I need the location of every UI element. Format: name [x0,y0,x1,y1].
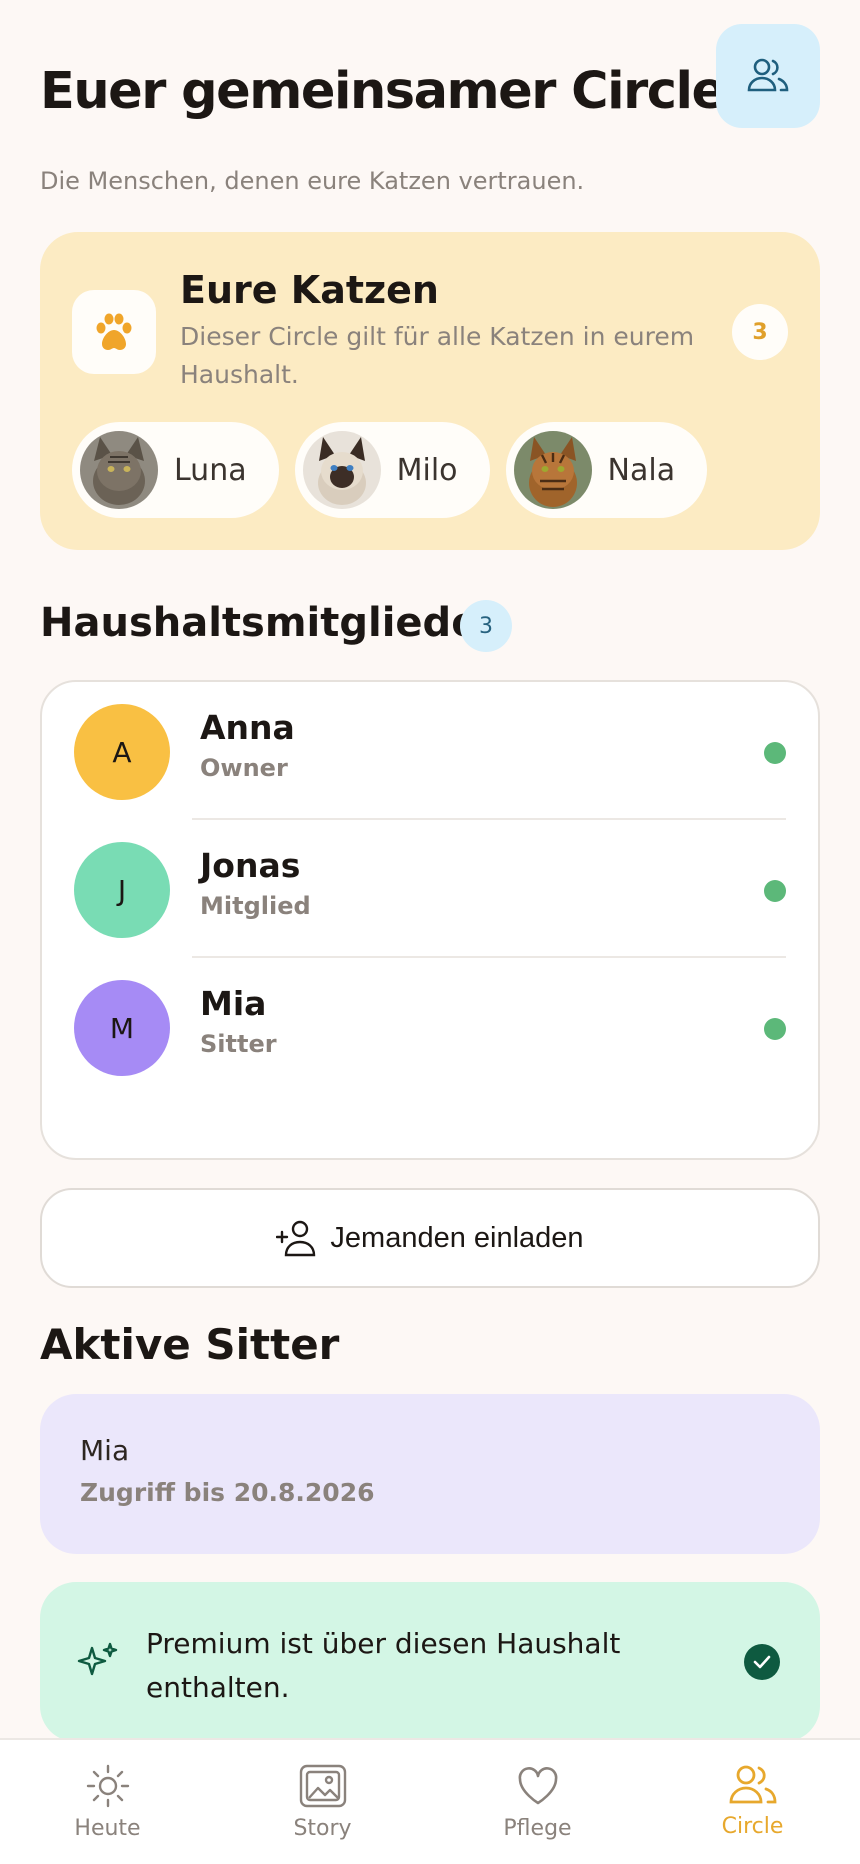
cats-count-badge: 3 [732,304,788,360]
people-icon [747,58,789,92]
nav-item-heute[interactable]: Heute [0,1740,215,1864]
cats-title: Eure Katzen [180,268,439,312]
page-title: Euer gemeinsamer Circle [40,62,726,121]
nav-label: Story [293,1816,352,1841]
member-row-jonas[interactable]: J Jonas Mitglied [42,820,818,958]
bottom-nav: Heute Story Pflege Circle [0,1738,860,1864]
nav-label: Pflege [503,1816,572,1841]
avatar: M [74,980,170,1076]
sparkles-icon [77,1642,118,1676]
sun-icon [86,1764,129,1808]
online-status-dot [764,1018,786,1040]
online-status-dot [764,880,786,902]
nav-item-story[interactable]: Story [215,1740,430,1864]
invite-button-label: Jemanden einladen [330,1221,584,1254]
cats-description: Dieser Circle gilt für alle Katzen in eu… [180,322,695,389]
sitter-card[interactable]: Mia Zugriff bis 20.8.2026 [40,1394,820,1554]
heart-icon [518,1767,557,1805]
member-role: Sitter [200,1030,277,1058]
avatar: A [74,704,170,800]
paw-tile [72,290,156,374]
member-name: Mia [200,984,267,1023]
nav-item-circle[interactable]: Circle [645,1740,860,1864]
cat-photo-nala [513,431,592,509]
cat-chip-luna[interactable]: Luna [72,422,279,518]
cat-name: Nala [607,452,676,488]
cat-photo-luna [80,431,158,509]
online-status-dot [764,742,786,764]
members-count-badge: 3 [460,600,512,652]
member-role: Mitglied [200,892,311,920]
sitter-access-until: Zugriff bis 20.8.2026 [80,1478,375,1507]
add-person-icon [276,1220,316,1257]
nav-label: Circle [721,1814,784,1839]
circle-members-button[interactable] [716,24,820,128]
members-list: A Anna Owner J Jonas Mitglied M Mia Sitt… [40,680,820,1160]
cat-name: Milo [396,452,458,488]
paw-icon [96,313,132,350]
cat-photo-milo [302,431,381,509]
sitters-heading: Aktive Sitter [40,1320,340,1369]
premium-banner: Premium ist über diesen Haushalt enthalt… [40,1582,820,1742]
page-subtitle: Die Menschen, denen eure Katzen vertraue… [40,167,585,195]
member-row-anna[interactable]: A Anna Owner [42,682,818,820]
nav-item-pflege[interactable]: Pflege [430,1740,645,1864]
people-icon [729,1765,776,1804]
member-name: Anna [200,708,295,747]
member-role: Owner [200,754,288,782]
cat-chip-list: Luna Milo Nala [72,422,708,518]
premium-text: Premium ist über diesen Haushalt enthalt… [146,1627,621,1704]
sitter-name: Mia [80,1434,130,1467]
member-name: Jonas [200,846,301,885]
member-row-mia[interactable]: M Mia Sitter [42,958,818,1096]
members-heading: Haushaltsmitglieder [40,600,499,646]
cat-name: Luna [174,452,247,488]
check-icon [744,1644,780,1680]
gallery-icon [299,1764,346,1808]
cat-chip-nala[interactable]: Nala [505,422,708,518]
nav-label: Heute [74,1816,141,1841]
cats-card: Eure Katzen Dieser Circle gilt für alle … [40,232,820,550]
invite-button[interactable]: Jemanden einladen [40,1188,820,1288]
cat-chip-milo[interactable]: Milo [294,422,490,518]
avatar: J [74,842,170,938]
